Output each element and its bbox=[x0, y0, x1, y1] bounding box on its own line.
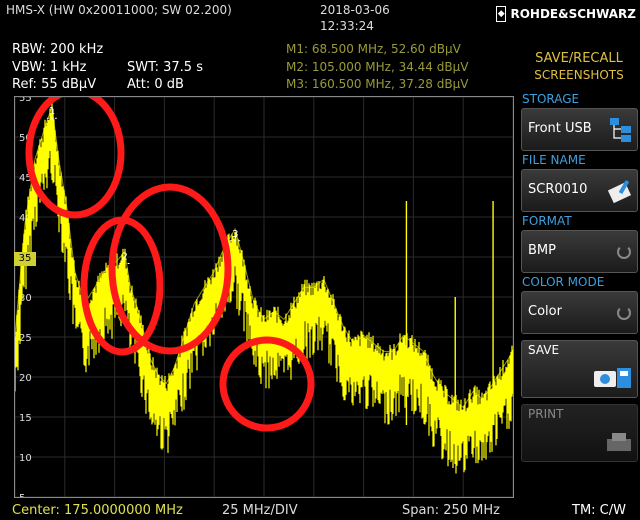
storage-value: Front USB bbox=[528, 121, 592, 136]
colormode-label: COLOR MODE bbox=[522, 275, 605, 289]
spectrum-plot[interactable]: 510152025303540455055123 bbox=[14, 96, 514, 498]
print-button[interactable]: PRINT bbox=[521, 404, 638, 462]
format-label: FORMAT bbox=[522, 214, 572, 228]
panel-title-line1: SAVE/RECALL bbox=[535, 51, 623, 66]
print-label: PRINT bbox=[528, 407, 564, 421]
ref-level-marker: 35 bbox=[14, 252, 36, 266]
filename-button[interactable]: SCR0010 bbox=[521, 169, 638, 212]
y-tick-label: 25 bbox=[19, 333, 32, 344]
brand-logo: ◆ ROHDE&SCHWARZ bbox=[496, 4, 636, 24]
format-button[interactable]: BMP bbox=[521, 230, 638, 273]
marker-2-readout: M2: 105.000 MHz, 34.44 dBµV bbox=[286, 60, 469, 74]
datetime: 2018-03-06 12:33:24 bbox=[320, 2, 390, 34]
vbw-readout: VBW: 1 kHz bbox=[12, 60, 87, 75]
y-tick-label: 5 bbox=[19, 493, 25, 497]
filename-value: SCR0010 bbox=[528, 182, 588, 197]
annotation-circle bbox=[108, 183, 232, 355]
y-tick-label: 20 bbox=[19, 373, 32, 384]
marker-1-readout: M1: 68.500 MHz, 52.60 dBµV bbox=[286, 42, 461, 56]
y-tick-label: 10 bbox=[19, 453, 32, 464]
swt-readout: SWT: 37.5 s bbox=[127, 60, 203, 75]
softkey-panel: SAVE/RECALL SCREENSHOTS STORAGE Front US… bbox=[518, 50, 640, 520]
rbw-readout: RBW: 200 kHz bbox=[12, 42, 104, 57]
storage-label: STORAGE bbox=[522, 92, 580, 106]
brand-text: ROHDE&SCHWARZ bbox=[510, 7, 636, 21]
marker-label: 3 bbox=[232, 229, 238, 240]
spectrum-chart: 510152025303540455055123 bbox=[15, 97, 513, 497]
cycle-icon bbox=[617, 306, 631, 320]
ref-readout: Ref: 55 dBµV bbox=[12, 77, 97, 92]
filename-label: FILE NAME bbox=[522, 153, 586, 167]
panel-title-line2: SCREENSHOTS bbox=[534, 68, 624, 82]
colormode-button[interactable]: Color bbox=[521, 291, 638, 334]
annotation-circle bbox=[219, 336, 315, 432]
y-tick-label: 55 bbox=[19, 97, 32, 104]
div-readout: 25 MHz/DIV bbox=[222, 503, 298, 518]
cycle-icon bbox=[617, 245, 631, 259]
format-value: BMP bbox=[528, 243, 556, 258]
marker-label: 2 bbox=[122, 251, 128, 262]
marker-3-readout: M3: 160.500 MHz, 37.28 dBµV bbox=[286, 77, 469, 91]
marker-label: 1 bbox=[49, 106, 55, 117]
storage-button[interactable]: Front USB bbox=[521, 108, 638, 151]
printer-icon bbox=[605, 431, 633, 459]
time-text: 12:33:24 bbox=[320, 19, 374, 33]
att-readout: Att: 0 dB bbox=[127, 77, 184, 92]
keyboard-edit-icon bbox=[607, 178, 633, 208]
colormode-value: Color bbox=[528, 304, 562, 319]
window-title: HMS-X (HW 0x20011000; SW 02.200) bbox=[6, 3, 232, 17]
y-tick-label: 15 bbox=[19, 413, 32, 424]
center-frequency: Center: 175.0000000 MHz bbox=[12, 503, 183, 518]
panel-title: SAVE/RECALL SCREENSHOTS bbox=[518, 50, 640, 84]
save-button[interactable]: SAVE bbox=[521, 340, 638, 398]
span-readout: Span: 250 MHz bbox=[402, 503, 500, 518]
camera-save-icon bbox=[593, 365, 633, 395]
date-text: 2018-03-06 bbox=[320, 3, 390, 17]
folder-tree-icon bbox=[609, 117, 633, 147]
rs-logo-icon: ◆ bbox=[496, 6, 507, 22]
save-label: SAVE bbox=[528, 343, 560, 357]
